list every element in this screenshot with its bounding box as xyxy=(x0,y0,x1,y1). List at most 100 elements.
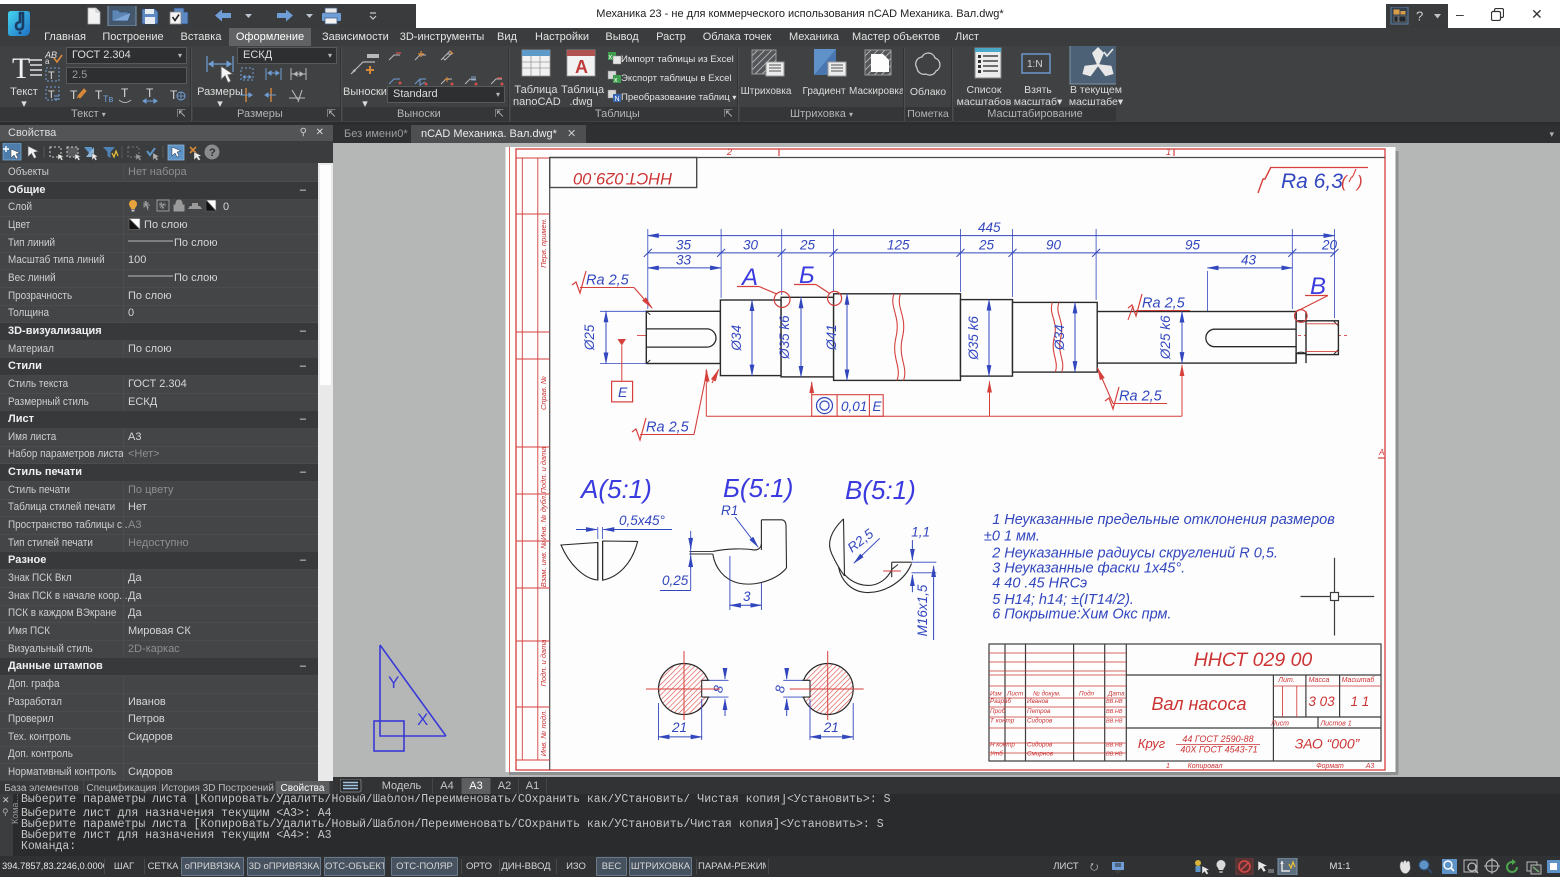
svg-text:ВВ.НВ: ВВ.НВ xyxy=(1106,699,1123,705)
svg-text:ННСТ.029.00: ННСТ.029.00 xyxy=(573,169,673,187)
svg-text:M16x1,5: M16x1,5 xyxy=(915,584,930,636)
svg-text:T: T xyxy=(146,86,154,100)
svg-text:Дата: Дата xyxy=(1107,691,1125,698)
svg-text:Инв. № дубл.: Инв. № дубл. xyxy=(539,494,548,540)
svg-text:6 Покрытие:Хим Окс прм.: 6 Покрытие:Хим Окс прм. xyxy=(992,607,1171,623)
svg-text:30: 30 xyxy=(743,238,759,253)
svg-text:Лит.: Лит. xyxy=(1277,677,1294,684)
svg-text:Инв. № подл.: Инв. № подл. xyxy=(539,710,548,757)
svg-text:E: E xyxy=(618,384,628,400)
svg-text:Взам. инв. №: Взам. инв. № xyxy=(539,541,548,587)
svg-text:Ra 6,3: Ra 6,3 xyxy=(1281,170,1343,193)
svg-text:1,1: 1,1 xyxy=(911,525,930,540)
svg-text:1:N: 1:N xyxy=(1027,59,1043,70)
svg-text:25: 25 xyxy=(978,238,995,253)
svg-text:T: T xyxy=(48,89,55,101)
svg-text:a: a xyxy=(45,57,50,66)
svg-text:Преобразование таблиц ▾: Преобразование таблиц ▾ xyxy=(621,92,736,103)
svg-text:): ) xyxy=(1355,172,1363,191)
svg-text:Экспорт таблицы в Excel: Экспорт таблицы в Excel xyxy=(621,73,732,84)
svg-text:Утб: Утб xyxy=(989,750,1003,758)
svg-text:Вал насоса: Вал насоса xyxy=(1152,694,1247,714)
svg-text:T: T xyxy=(95,88,103,102)
svg-text:N: N xyxy=(615,96,620,103)
svg-text:2: 2 xyxy=(726,147,732,157)
svg-text:ВВ.НВ: ВВ.НВ xyxy=(1106,719,1123,725)
svg-text:Б(5:1): Б(5:1) xyxy=(723,473,793,503)
svg-text:Лист: Лист xyxy=(1270,721,1289,728)
svg-text:Подп. и дата: Подп. и дата xyxy=(539,447,548,494)
svg-text:ВВ.НВ: ВВ.НВ xyxy=(1106,743,1123,749)
svg-text:95: 95 xyxy=(1185,238,1201,253)
svg-text:А: А xyxy=(1378,448,1384,457)
svg-text:2 Неуказанные радиусы скругл: 2 Неуказанные радиусы скруглений R 0,5. xyxy=(991,546,1278,562)
svg-text:x: x xyxy=(609,54,613,61)
svg-text:3: 3 xyxy=(743,589,751,604)
svg-text:0,01: 0,01 xyxy=(841,399,867,414)
svg-text:Подп. и дата: Подп. и дата xyxy=(539,640,548,687)
svg-text:Круг: Круг xyxy=(1138,736,1166,751)
svg-text:Проб: Проб xyxy=(990,707,1006,715)
svg-text:35: 35 xyxy=(676,238,692,253)
svg-text:±0 1 мм.: ±0 1 мм. xyxy=(984,529,1040,545)
svg-text:x: x xyxy=(614,77,618,84)
svg-text:Масштаб: Масштаб xyxy=(1342,676,1376,684)
svg-text:5 H14; h14; ±(IT14/2).: 5 H14; h14; ±(IT14/2). xyxy=(992,592,1134,608)
svg-text:Ø35 k6: Ø35 k6 xyxy=(777,315,792,360)
svg-text:T: T xyxy=(12,52,30,85)
svg-text:Tв: Tв xyxy=(103,94,113,104)
svg-text:Масса: Масса xyxy=(1309,677,1330,684)
svg-text:А(5:1): А(5:1) xyxy=(579,474,652,504)
svg-text:ННСТ 029 00: ННСТ 029 00 xyxy=(1194,649,1313,671)
svg-text:3 Неуказанные фаски 1х45°.: 3 Неуказанные фаски 1х45°. xyxy=(992,560,1185,576)
svg-text:⭮: ⭮ xyxy=(1090,862,1098,873)
svg-text:ВВ.НВ: ВВ.НВ xyxy=(1106,709,1123,715)
svg-text:R1: R1 xyxy=(721,503,738,518)
svg-text:ЗАО “000”: ЗАО “000” xyxy=(1295,736,1361,752)
svg-text:Ø34: Ø34 xyxy=(729,325,744,352)
svg-text:Ø25: Ø25 xyxy=(582,324,597,351)
svg-text:Иванов: Иванов xyxy=(1027,698,1049,705)
svg-text:X: X xyxy=(417,710,428,729)
svg-text:43: 43 xyxy=(1241,253,1257,268)
svg-text:40Х ГОСТ 4543-71: 40Х ГОСТ 4543-71 xyxy=(1180,745,1257,755)
svg-text:1: 1 xyxy=(1166,763,1170,770)
svg-text:33: 33 xyxy=(676,253,692,268)
svg-text:Ø34: Ø34 xyxy=(1052,324,1067,351)
svg-text:20: 20 xyxy=(1321,238,1338,253)
svg-text:?: ? xyxy=(209,147,216,159)
svg-text:Импорт таблицы из Excel: Импорт таблицы из Excel xyxy=(621,54,734,65)
svg-text:1 1: 1 1 xyxy=(1351,694,1370,709)
svg-text:?: ? xyxy=(1416,9,1423,24)
svg-text:25: 25 xyxy=(799,238,816,253)
svg-text:Листов 1: Листов 1 xyxy=(1319,721,1351,728)
svg-text:Петров: Петров xyxy=(1027,708,1051,715)
svg-text:Ø41: Ø41 xyxy=(824,324,839,351)
svg-text:Подп: Подп xyxy=(1079,690,1095,698)
svg-text:Т контр: Т контр xyxy=(990,718,1015,725)
svg-text:Изм: Изм xyxy=(990,691,1002,698)
svg-text:№ докум.: № докум. xyxy=(1033,690,1061,698)
svg-text:Формат: Формат xyxy=(1316,763,1344,770)
svg-text:0,5x45°: 0,5x45° xyxy=(619,513,666,528)
svg-text:Н контр: Н контр xyxy=(990,742,1015,749)
svg-text:Ø35 k6: Ø35 k6 xyxy=(966,316,981,361)
svg-text:Смирнов: Смирнов xyxy=(1027,751,1054,758)
svg-text:21: 21 xyxy=(823,720,839,735)
svg-text:3 03: 3 03 xyxy=(1308,694,1335,709)
svg-text:21: 21 xyxy=(671,720,687,735)
svg-text:ВВ.НВ: ВВ.НВ xyxy=(1106,752,1123,758)
svg-text:T: T xyxy=(121,86,129,100)
svg-text:T: T xyxy=(48,70,55,82)
svg-text:Разраб: Разраб xyxy=(990,697,1011,705)
svg-text:Ra 2,5: Ra 2,5 xyxy=(646,420,690,436)
svg-text:44 ГОСТ 2590-88: 44 ГОСТ 2590-88 xyxy=(1182,734,1253,744)
svg-text:Ø25 k6: Ø25 k6 xyxy=(1158,315,1173,360)
svg-text:T: T xyxy=(70,88,78,102)
svg-text:Сидоров: Сидоров xyxy=(1027,717,1053,725)
svg-text:Копировал: Копировал xyxy=(1188,763,1223,770)
svg-text:Ra 2,5: Ra 2,5 xyxy=(586,273,630,289)
svg-text:E: E xyxy=(873,399,883,414)
svg-text:Ra 2,5: Ra 2,5 xyxy=(1142,296,1186,312)
svg-text:90: 90 xyxy=(1046,238,1062,253)
